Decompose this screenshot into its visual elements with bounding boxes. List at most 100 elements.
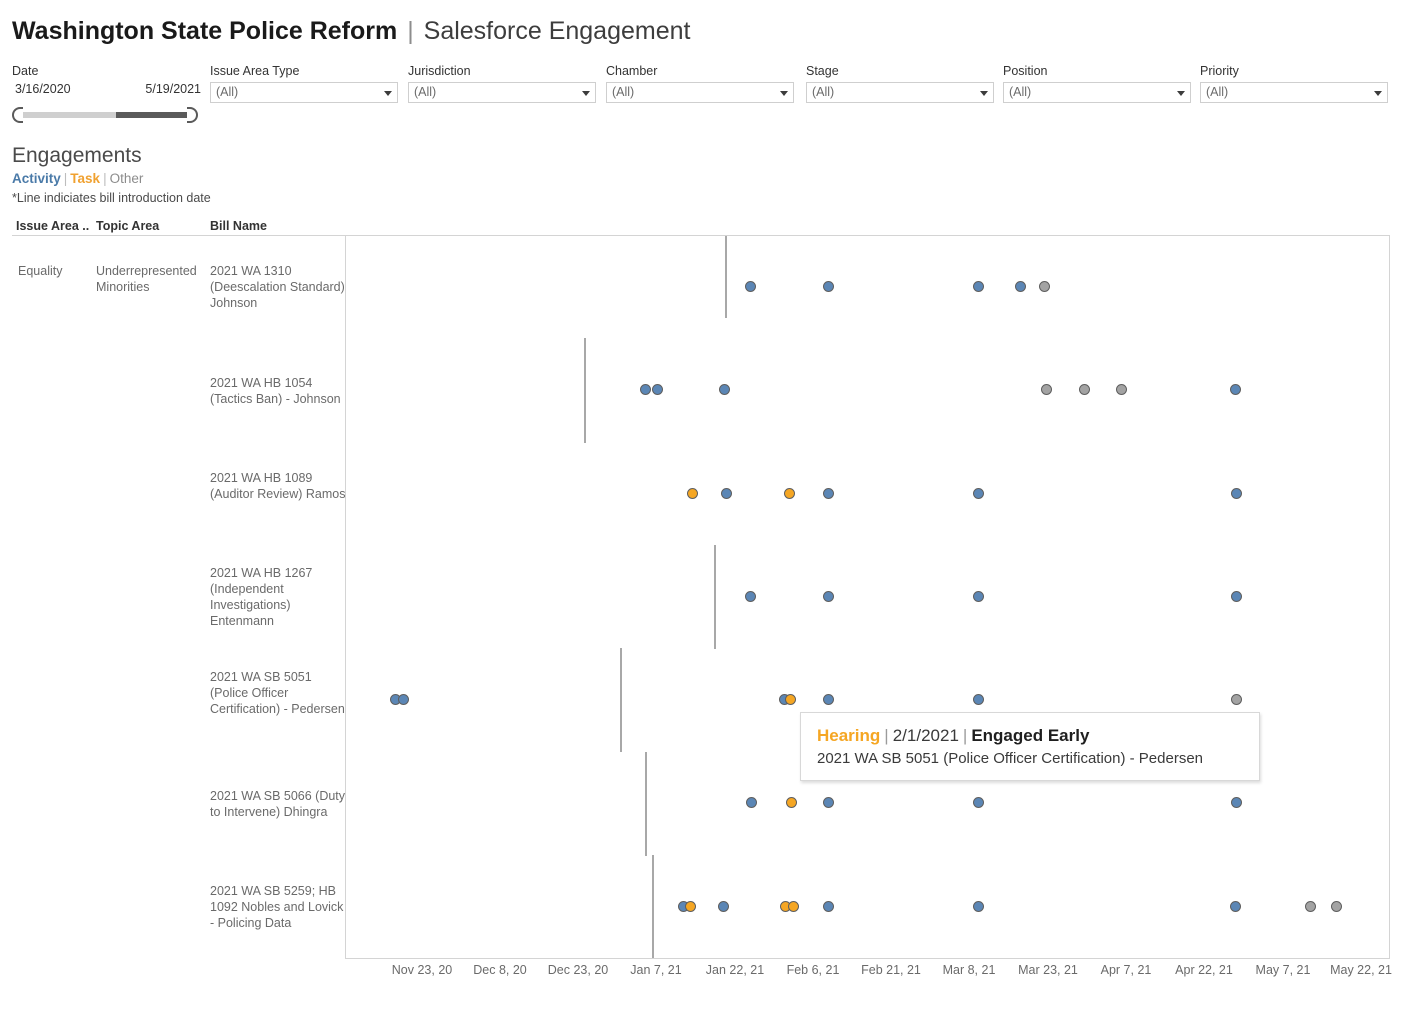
data-point-activity[interactable] xyxy=(972,900,984,912)
data-point-activity[interactable] xyxy=(822,487,834,499)
slider-handle-start[interactable] xyxy=(12,107,23,123)
data-point-activity[interactable] xyxy=(972,280,984,292)
filter-issue-area-type: Issue Area Type (All) xyxy=(210,64,398,103)
tooltip-status: Engaged Early xyxy=(971,726,1090,745)
data-point-activity[interactable] xyxy=(822,590,834,602)
data-point-activity[interactable] xyxy=(822,900,834,912)
row-label-issue-area: Equality xyxy=(18,264,63,278)
priority-value: (All) xyxy=(1206,85,1229,99)
x-axis-tick-label: Dec 23, 20 xyxy=(547,963,609,977)
jurisdiction-select[interactable]: (All) xyxy=(408,82,596,103)
x-axis-tick-label: Jan 7, 21 xyxy=(630,963,682,977)
filter-position-label: Position xyxy=(1003,64,1048,78)
data-point-activity[interactable] xyxy=(744,280,756,292)
data-point-activity[interactable] xyxy=(744,590,756,602)
jurisdiction-value: (All) xyxy=(414,85,437,99)
data-point-activity[interactable] xyxy=(651,383,663,395)
data-point-activity[interactable] xyxy=(397,693,409,705)
data-point-other[interactable] xyxy=(1078,383,1090,395)
data-point-activity[interactable] xyxy=(1014,280,1026,292)
data-point-activity[interactable] xyxy=(720,487,732,499)
data-point-task[interactable] xyxy=(784,693,796,705)
data-point-activity[interactable] xyxy=(822,693,834,705)
data-point-activity[interactable] xyxy=(972,693,984,705)
data-point-task[interactable] xyxy=(787,900,799,912)
row-label-bill-name: 2021 WA SB 5259; HB 1092 Nobles and Lovi… xyxy=(210,884,344,930)
data-point-activity[interactable] xyxy=(1230,796,1242,808)
data-point-task[interactable] xyxy=(684,900,696,912)
bill-introduction-reference-line xyxy=(652,855,654,958)
row-label-bill-name: 2021 WA HB 1089 (Auditor Review) Ramos xyxy=(210,471,346,501)
date-range-end: 5/19/2021 xyxy=(145,82,201,96)
data-point-activity[interactable] xyxy=(972,590,984,602)
data-point-activity[interactable] xyxy=(717,900,729,912)
row-label-bill-name: 2021 WA SB 5066 (Duty to Intervene) Dhin… xyxy=(210,789,346,819)
page-title-secondary: Salesforce Engagement xyxy=(423,17,691,45)
data-point-activity[interactable] xyxy=(972,487,984,499)
filter-position: Position (All) xyxy=(1003,64,1191,103)
data-point-activity[interactable] xyxy=(822,280,834,292)
x-axis-tick-label: May 7, 21 xyxy=(1255,963,1311,977)
stage-select[interactable]: (All) xyxy=(806,82,994,103)
data-point-activity[interactable] xyxy=(1230,487,1242,499)
chevron-down-icon xyxy=(1177,91,1185,96)
data-point-task[interactable] xyxy=(783,487,795,499)
x-axis-tick-label: Apr 7, 21 xyxy=(1100,963,1152,977)
slider-track-unfilled xyxy=(22,112,116,118)
legend-item-task[interactable]: Task xyxy=(70,171,100,186)
data-point-activity[interactable] xyxy=(1230,590,1242,602)
data-point-task[interactable] xyxy=(785,796,797,808)
filter-date-values: 3/16/2020 5/19/2021 xyxy=(12,82,204,100)
tooltip-separator: | xyxy=(884,726,889,745)
data-point-activity[interactable] xyxy=(1229,900,1241,912)
data-point-other[interactable] xyxy=(1038,280,1050,292)
row-label-bill-name: 2021 WA 1310 (Deescalation Standard) Joh… xyxy=(210,264,345,310)
row-label-topic-area: Underrepresented Minorities xyxy=(96,264,197,294)
bill-introduction-reference-line xyxy=(645,752,647,856)
date-range-start: 3/16/2020 xyxy=(15,82,71,96)
data-point-other[interactable] xyxy=(1040,383,1052,395)
bill-introduction-reference-line xyxy=(714,545,716,649)
page-title-separator: | xyxy=(407,17,414,45)
tooltip-headline: Hearing | 2/1/2021 | Engaged Early xyxy=(817,725,1245,747)
data-point-other[interactable] xyxy=(1330,900,1342,912)
data-point-task[interactable] xyxy=(686,487,698,499)
chamber-select[interactable]: (All) xyxy=(606,82,794,103)
chevron-down-icon xyxy=(582,91,590,96)
filter-date-label: Date xyxy=(12,64,39,78)
data-point-activity[interactable] xyxy=(639,383,651,395)
reference-line-note: *Line indiciates bill introduction date xyxy=(12,191,211,205)
filter-jurisdiction-label: Jurisdiction xyxy=(408,64,471,78)
data-point-activity[interactable] xyxy=(745,796,757,808)
data-point-activity[interactable] xyxy=(972,796,984,808)
date-range-slider[interactable] xyxy=(12,107,198,123)
legend-item-activity[interactable]: Activity xyxy=(12,171,61,186)
row-label-bill-name: 2021 WA HB 1267 (Independent Investigati… xyxy=(210,566,313,628)
data-point-activity[interactable] xyxy=(822,796,834,808)
data-point-other[interactable] xyxy=(1115,383,1127,395)
x-axis-tick-label: Dec 8, 20 xyxy=(473,963,527,977)
data-point-activity[interactable] xyxy=(718,383,730,395)
plot-area[interactable] xyxy=(346,236,1390,958)
x-axis-tick-label: Apr 22, 21 xyxy=(1175,963,1233,977)
issue-area-type-select[interactable]: (All) xyxy=(210,82,398,103)
data-point-other[interactable] xyxy=(1304,900,1316,912)
x-axis-tick-label: Feb 6, 21 xyxy=(786,963,840,977)
filter-chamber: Chamber (All) xyxy=(606,64,794,103)
column-header-topic-area: Topic Area xyxy=(96,219,160,233)
slider-handle-end[interactable] xyxy=(187,107,198,123)
chevron-down-icon xyxy=(384,91,392,96)
position-select[interactable]: (All) xyxy=(1003,82,1191,103)
x-axis-tick-label: Jan 22, 21 xyxy=(705,963,765,977)
tooltip-engagement-type: Hearing xyxy=(817,726,881,745)
data-point-other[interactable] xyxy=(1230,693,1242,705)
filter-priority-label: Priority xyxy=(1200,64,1239,78)
x-axis-line xyxy=(345,958,1390,959)
x-axis-tick-label: Mar 23, 21 xyxy=(1018,963,1078,977)
data-point-activity[interactable] xyxy=(1229,383,1241,395)
legend-item-other[interactable]: Other xyxy=(110,171,144,186)
bill-introduction-reference-line xyxy=(584,338,586,443)
priority-select[interactable]: (All) xyxy=(1200,82,1388,103)
chamber-value: (All) xyxy=(612,85,635,99)
filter-stage-label: Stage xyxy=(806,64,839,78)
